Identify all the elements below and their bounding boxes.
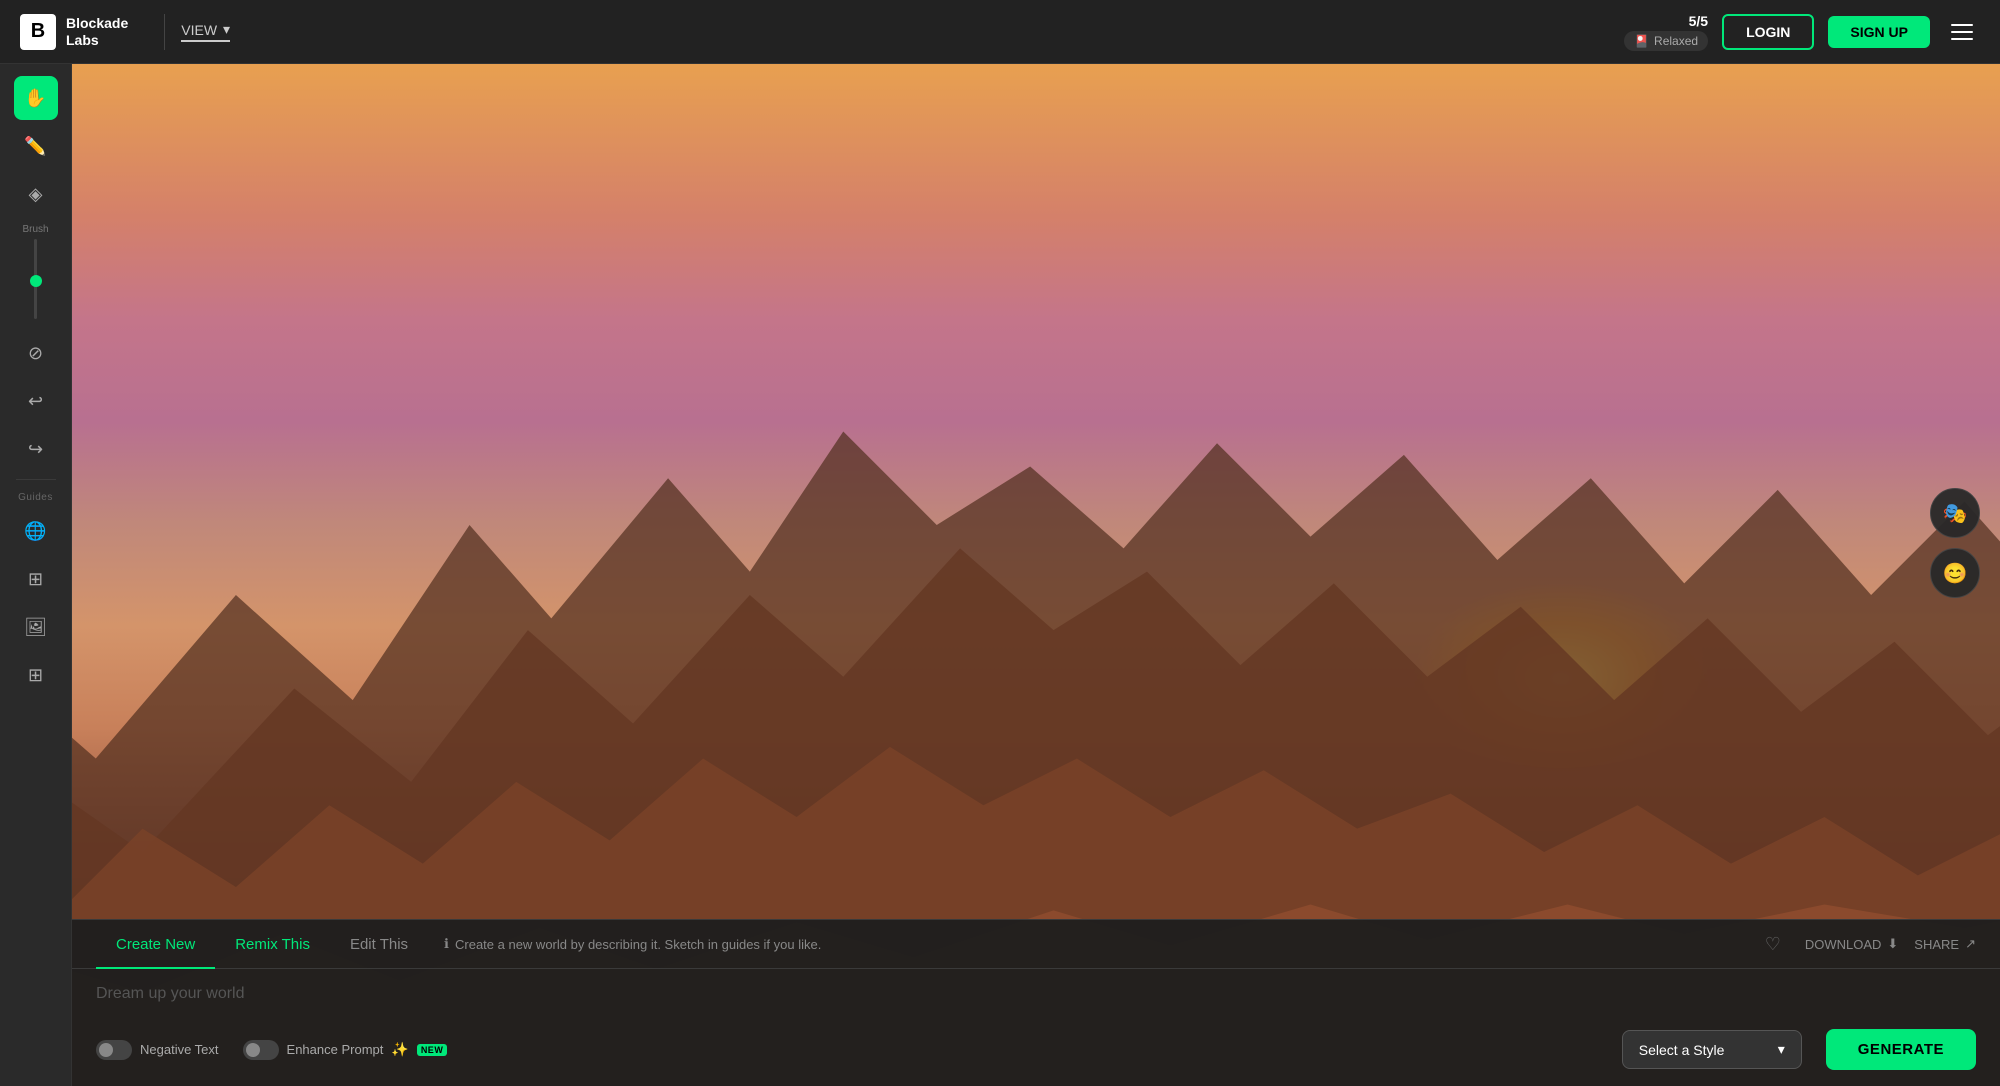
- view-label: VIEW: [181, 22, 217, 38]
- style-chevron-icon: ▾: [1778, 1041, 1785, 1058]
- menu-button[interactable]: [1944, 14, 1980, 50]
- logo: B BlockadeLabs: [20, 14, 128, 50]
- enhance-prompt-toggle-group: Enhance Prompt ✨ NEW: [243, 1040, 448, 1060]
- sidebar-erase-tool[interactable]: ⊘: [14, 331, 58, 375]
- tab-remix-this[interactable]: Remix This: [215, 920, 330, 969]
- header-right: 5/5 🎴 Relaxed LOGIN SIGN UP: [1624, 13, 1980, 51]
- sidebar-brush-tool[interactable]: ◈: [14, 172, 58, 216]
- generate-button[interactable]: GENERATE: [1826, 1029, 1976, 1070]
- credits-info: 5/5 🎴 Relaxed: [1624, 13, 1708, 51]
- share-button[interactable]: SHARE ↗: [1914, 936, 1976, 952]
- hint-icon: ℹ: [444, 936, 449, 952]
- hand-icon: ✋: [24, 88, 46, 109]
- avatar-float-button[interactable]: 🎭: [1930, 488, 1980, 538]
- style-select[interactable]: Select a Style ▾: [1622, 1030, 1802, 1069]
- brush-label: Brush: [22, 224, 48, 235]
- brush-slider-container: Brush: [22, 220, 48, 327]
- sidebar-divider: [16, 479, 56, 480]
- panel-tabs: Create New Remix This Edit This ℹ Create…: [72, 920, 2000, 969]
- layer-icon: ⊞: [28, 569, 43, 590]
- erase-icon: ⊘: [28, 343, 43, 364]
- grid-icon: ⊞: [28, 665, 43, 686]
- relaxed-icon: 🎴: [1634, 34, 1649, 48]
- pencil-icon: ✏️: [24, 136, 46, 157]
- negative-text-toggle-group: Negative Text: [96, 1040, 219, 1060]
- heart-icon: ♡: [1765, 934, 1781, 955]
- brush-track[interactable]: [34, 239, 37, 319]
- brush-icon: ◈: [29, 184, 43, 205]
- header: B BlockadeLabs VIEW ▾ 5/5 🎴 Relaxed LOGI…: [0, 0, 2000, 64]
- panel-hint: ℹ Create a new world by describing it. S…: [444, 936, 821, 952]
- enhance-prompt-thumb: [246, 1043, 260, 1057]
- sparkle-icon: ✨: [391, 1041, 408, 1058]
- panel-actions: ♡ DOWNLOAD ⬇ SHARE ↗: [1757, 928, 1976, 960]
- sidebar-grid-guide[interactable]: ⊞: [14, 653, 58, 697]
- logo-box: B: [20, 14, 56, 50]
- undo-icon: ↩: [28, 391, 43, 412]
- brush-thumb: [30, 275, 42, 287]
- guides-label: Guides: [18, 492, 53, 503]
- avatar-float-icon: 🎭: [1943, 501, 1968, 526]
- face-float-icon: 😊: [1943, 561, 1968, 586]
- share-label: SHARE: [1914, 937, 1959, 952]
- enhance-prompt-toggle[interactable]: [243, 1040, 279, 1060]
- sidebar-image-guide[interactable]: 🖼: [14, 605, 58, 649]
- logo-name: BlockadeLabs: [66, 15, 128, 49]
- right-float-buttons: 🎭 😊: [1930, 488, 1980, 598]
- relaxed-label: Relaxed: [1654, 34, 1698, 48]
- logo-letter: B: [31, 20, 45, 43]
- negative-text-thumb: [99, 1043, 113, 1057]
- download-label: DOWNLOAD: [1805, 937, 1882, 952]
- menu-line-2: [1951, 31, 1973, 33]
- view-button[interactable]: VIEW ▾: [181, 21, 230, 42]
- share-icon: ↗: [1965, 936, 1976, 952]
- new-badge: NEW: [417, 1044, 448, 1056]
- sidebar-layer-guide[interactable]: ⊞: [14, 557, 58, 601]
- credits-count: 5/5: [1689, 13, 1708, 29]
- view-chevron-icon: ▾: [223, 21, 230, 38]
- face-float-button[interactable]: 😊: [1930, 548, 1980, 598]
- relaxed-badge: 🎴 Relaxed: [1624, 31, 1708, 51]
- panel-controls: Negative Text Enhance Prompt ✨ NEW Selec…: [72, 1019, 2000, 1086]
- download-icon: ⬇: [1887, 936, 1898, 952]
- tab-edit-this[interactable]: Edit This: [330, 920, 428, 969]
- redo-icon: ↪: [28, 439, 43, 460]
- signup-button[interactable]: SIGN UP: [1828, 16, 1930, 48]
- enhance-prompt-label: Enhance Prompt: [287, 1042, 384, 1057]
- hint-text: Create a new world by describing it. Ske…: [455, 937, 821, 952]
- header-divider: [164, 14, 165, 50]
- download-button[interactable]: DOWNLOAD ⬇: [1805, 936, 1898, 952]
- sidebar-globe-guide[interactable]: 🌐: [14, 509, 58, 553]
- sidebar-redo-tool[interactable]: ↪: [14, 427, 58, 471]
- negative-text-toggle[interactable]: [96, 1040, 132, 1060]
- tab-create-new[interactable]: Create New: [96, 920, 215, 969]
- prompt-input[interactable]: [96, 981, 1976, 1007]
- image-icon: 🖼: [24, 617, 47, 638]
- negative-text-label: Negative Text: [140, 1042, 219, 1057]
- sidebar-pencil-tool[interactable]: ✏️: [14, 124, 58, 168]
- sidebar-undo-tool[interactable]: ↩: [14, 379, 58, 423]
- menu-line-1: [1951, 24, 1973, 26]
- panel-input-area: [72, 969, 2000, 1019]
- favorite-button[interactable]: ♡: [1757, 928, 1789, 960]
- login-button[interactable]: LOGIN: [1722, 14, 1814, 50]
- menu-line-3: [1951, 38, 1973, 40]
- sidebar-hand-tool[interactable]: ✋: [14, 76, 58, 120]
- style-select-label: Select a Style: [1639, 1042, 1768, 1058]
- sidebar: ✋ ✏️ ◈ Brush ⊘ ↩ ↪ Guides 🌐 ⊞ 🖼 ⊞: [0, 64, 72, 1086]
- globe-icon: 🌐: [24, 521, 46, 542]
- bottom-panel: Create New Remix This Edit This ℹ Create…: [72, 919, 2000, 1086]
